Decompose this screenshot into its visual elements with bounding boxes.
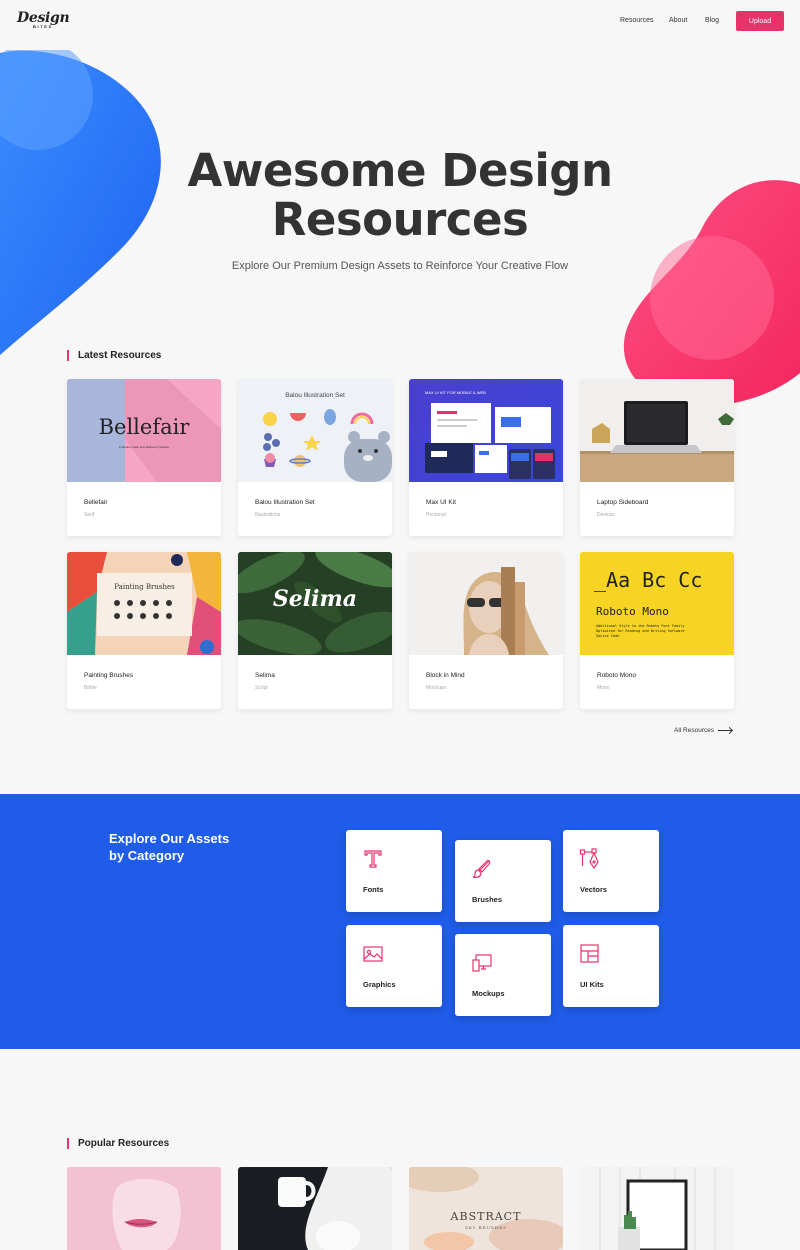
category-card-mockups[interactable]: Mockups	[455, 934, 551, 1016]
card-category: Devices	[597, 512, 615, 518]
resource-card-bellefair[interactable]: Bellefair A Modern Latin and Hebrew Type…	[67, 379, 221, 536]
category-label: Fonts	[363, 885, 384, 894]
card-title: Max UI Kit	[426, 499, 456, 506]
card-thumbnail: MAX UI KIT FOR MOBILE & WEB	[409, 379, 563, 482]
upload-button[interactable]: Upload	[736, 11, 784, 31]
portrait-photo	[409, 552, 563, 655]
resource-card-painting-brushes[interactable]: Painting Brushes Painting Brushes Brittl…	[67, 552, 221, 709]
card-thumbnail	[580, 379, 734, 482]
category-section-title: Explore Our Assets by Category	[109, 830, 269, 864]
arrow-right-icon	[718, 729, 733, 731]
latest-resources-title: Latest Resources	[67, 350, 161, 361]
card-title: Balou Illustration Set	[255, 499, 315, 506]
bellefair-thumb-text: Bellefair	[98, 415, 190, 439]
category-card-vectors[interactable]: Vectors	[563, 830, 659, 912]
card-category: Mockups	[426, 685, 447, 691]
brush-icon	[472, 859, 491, 878]
card-title: Bellefair	[84, 499, 108, 506]
image-icon	[363, 946, 383, 962]
card-thumbnail: _Aa Bc Cc Roboto Mono Additional Style t…	[580, 552, 734, 655]
category-label: UI Kits	[580, 980, 604, 989]
card-category: Serif	[84, 512, 95, 518]
layout-icon	[580, 944, 599, 963]
category-card-brushes[interactable]: Brushes	[455, 840, 551, 922]
bellefair-thumb-caption: A Modern Latin and Hebrew Typeface	[118, 445, 170, 449]
vector-pen-icon	[579, 848, 599, 870]
category-label: Vectors	[580, 885, 608, 894]
card-thumbnail	[409, 552, 563, 655]
resource-card-block-in-mind[interactable]: Block in Mind Mockups	[409, 552, 563, 709]
lips-photo	[67, 1167, 221, 1250]
card-category: Illustrations	[255, 512, 281, 518]
site-header: Design BITES Resources About Blog Upload	[0, 0, 800, 42]
hero-title-line1: Awesome Design	[187, 144, 613, 197]
card-title: Laptop Sideboard	[597, 499, 649, 506]
abstract-background	[409, 1167, 563, 1250]
card-thumbnail: Painting Brushes	[67, 552, 221, 655]
popular-resources-title: Popular Resources	[67, 1138, 169, 1149]
category-label: Mockups	[472, 989, 505, 998]
card-thumbnail: Balou Illustration Set	[238, 379, 392, 482]
category-title-line1: Explore Our Assets	[109, 831, 230, 846]
resource-card-max-ui-kit[interactable]: MAX UI KIT FOR MOBILE & WEB Max UI Kit P…	[409, 379, 563, 536]
resource-card-balou[interactable]: Balou Illustration Set Balou Illustratio…	[238, 379, 392, 536]
card-title: Painting Brushes	[84, 672, 134, 679]
max-ui-screens	[425, 403, 555, 479]
selima-thumb-text: Selima	[272, 586, 358, 612]
resource-card-roboto-mono[interactable]: _Aa Bc Cc Roboto Mono Additional Style t…	[580, 552, 734, 709]
abstract-thumb-text: ABSTRACT	[450, 1210, 522, 1223]
card-category: Mono	[597, 685, 610, 691]
popular-card-2[interactable]	[238, 1167, 392, 1250]
roboto-thumb-title: Roboto Mono	[596, 605, 669, 618]
popular-card-1[interactable]	[67, 1167, 221, 1250]
resource-card-laptop-sideboard[interactable]: Laptop Sideboard Devices	[580, 379, 734, 536]
all-resources-label: All Resources	[674, 727, 715, 734]
laptop-photo	[580, 401, 734, 482]
popular-card-4[interactable]	[580, 1167, 734, 1250]
hero-subtitle: Explore Our Premium Design Assets to Rei…	[231, 260, 569, 272]
type-icon	[364, 850, 382, 868]
frame-photo	[580, 1167, 734, 1250]
nav-link-resources[interactable]: Resources	[620, 17, 653, 24]
category-card-ui-kits[interactable]: UI Kits	[563, 925, 659, 1007]
card-category: Script	[255, 685, 268, 691]
roboto-thumb-body: Additional Style to the Roboto Font Fami…	[596, 624, 685, 638]
mugs-photo	[238, 1167, 392, 1250]
nav-link-blog[interactable]: Blog	[705, 17, 719, 24]
roboto-thumb-big-text: _Aa Bc Cc	[594, 568, 703, 592]
all-resources-link[interactable]: All Resources	[674, 727, 733, 734]
category-card-fonts[interactable]: Fonts	[346, 830, 442, 912]
card-category: Personal	[426, 512, 446, 518]
card-thumbnail: Selima	[238, 552, 392, 655]
card-title: Selima	[255, 672, 275, 679]
card-category: Brittle	[84, 685, 97, 691]
balou-illustrations	[263, 409, 392, 482]
abstract-thumb-sub: SKY BRUSHES	[465, 1225, 507, 1230]
popular-card-3[interactable]: ABSTRACT SKY BRUSHES	[409, 1167, 563, 1250]
hero-title-line2: Resources	[271, 193, 529, 246]
category-title-line2: by Category	[109, 848, 185, 863]
category-label: Graphics	[363, 980, 396, 989]
brushes-panel: Painting Brushes	[97, 573, 192, 636]
resource-card-selima[interactable]: Selima Selima Script	[238, 552, 392, 709]
nav-link-about[interactable]: About	[669, 17, 687, 24]
category-card-graphics[interactable]: Graphics	[346, 925, 442, 1007]
card-thumbnail: Bellefair A Modern Latin and Hebrew Type…	[67, 379, 221, 482]
card-title: Roboto Mono	[597, 672, 637, 679]
devices-icon	[472, 954, 492, 972]
category-label: Brushes	[472, 895, 503, 904]
card-title: Block in Mind	[426, 672, 465, 679]
hero-title: Awesome Design Resources	[0, 146, 800, 244]
logo[interactable]: Design BITES	[17, 10, 70, 29]
